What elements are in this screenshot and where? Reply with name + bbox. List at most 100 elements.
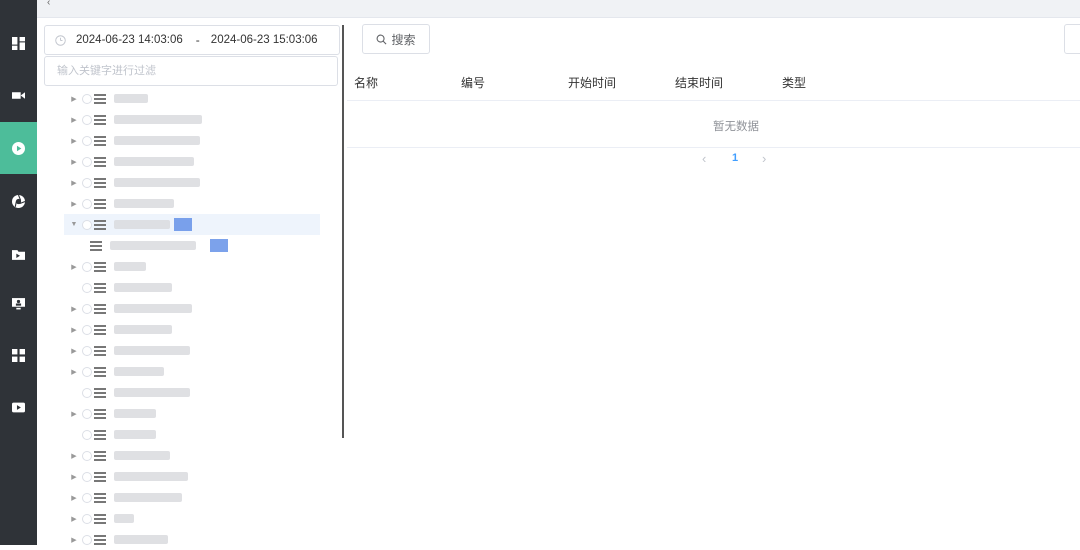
expand-arrow-icon[interactable]: ▶ — [68, 515, 80, 523]
node-radio[interactable] — [82, 135, 92, 146]
list-icon — [94, 114, 106, 125]
sidebar-item-playback[interactable] — [0, 122, 37, 174]
node-label — [114, 94, 148, 103]
expand-arrow-icon[interactable]: ▶ — [68, 305, 80, 313]
tree-node[interactable]: ▶ — [64, 466, 320, 487]
expand-arrow-icon[interactable]: ▶ — [68, 200, 80, 208]
column-header-number[interactable]: 编号 — [461, 74, 485, 91]
node-radio[interactable] — [82, 534, 92, 545]
node-radio[interactable] — [82, 177, 92, 188]
tree-node[interactable]: ▶ — [64, 151, 320, 172]
tree-node-selected[interactable]: ▼ — [64, 214, 320, 235]
node-radio[interactable] — [82, 366, 92, 377]
node-radio[interactable] — [82, 450, 92, 461]
expand-arrow-icon[interactable]: ▶ — [68, 368, 80, 376]
end-datetime[interactable]: 2024-06-23 15:03:06 — [211, 34, 318, 46]
date-range-picker[interactable]: 2024-06-23 14:03:06 - 2024-06-23 15:03:0… — [44, 25, 340, 55]
expand-arrow-icon[interactable]: ▶ — [68, 494, 80, 502]
start-datetime[interactable]: 2024-06-23 14:03:06 — [76, 34, 183, 46]
tree-node[interactable]: ▶ — [64, 298, 320, 319]
node-radio[interactable] — [82, 282, 92, 293]
node-radio[interactable] — [82, 198, 92, 209]
video-play-icon — [12, 402, 25, 412]
tree-node[interactable]: ▶ — [64, 445, 320, 466]
node-radio[interactable] — [82, 387, 92, 398]
node-radio[interactable] — [82, 513, 92, 524]
expand-arrow-icon[interactable]: ▶ — [68, 452, 80, 460]
sidebar-item-video-play[interactable] — [0, 381, 37, 433]
list-icon — [94, 198, 106, 209]
node-radio[interactable] — [82, 156, 92, 167]
expand-arrow-icon[interactable]: ▶ — [68, 95, 80, 103]
tree-node[interactable] — [64, 277, 320, 298]
tree-node[interactable]: ▶ — [64, 256, 320, 277]
column-header-end-time[interactable]: 结束时间 — [675, 74, 723, 91]
node-radio[interactable] — [82, 345, 92, 356]
search-button[interactable]: 搜索 — [362, 24, 430, 54]
node-radio[interactable] — [82, 303, 92, 314]
cut-off-button[interactable] — [1064, 24, 1080, 54]
column-header-start-time[interactable]: 开始时间 — [568, 74, 616, 91]
list-icon — [94, 534, 106, 545]
node-radio[interactable] — [82, 114, 92, 125]
sidebar-item-video[interactable] — [0, 69, 37, 121]
tree-filter-input[interactable] — [44, 56, 338, 86]
tree-node[interactable]: ▶ — [64, 487, 320, 508]
tree-node[interactable]: ▶ — [64, 340, 320, 361]
tree-node[interactable]: ▶ — [64, 172, 320, 193]
page-number-current[interactable]: 1 — [732, 152, 738, 164]
expand-arrow-icon[interactable]: ▶ — [68, 410, 80, 418]
sidebar-item-apps[interactable] — [0, 329, 37, 381]
prev-page-button[interactable]: ‹ — [702, 151, 706, 166]
node-radio[interactable] — [82, 492, 92, 503]
tree-node[interactable]: ▶ — [64, 508, 320, 529]
expand-arrow-icon[interactable]: ▶ — [68, 116, 80, 124]
node-radio[interactable] — [82, 471, 92, 482]
node-label — [110, 241, 196, 250]
node-label — [114, 115, 202, 124]
expand-arrow-icon[interactable]: ▶ — [68, 326, 80, 334]
node-label — [114, 199, 174, 208]
collapse-arrow-icon[interactable]: ▼ — [68, 221, 80, 228]
expand-arrow-icon[interactable]: ▶ — [68, 179, 80, 187]
panel-splitter[interactable] — [342, 25, 344, 438]
tree-node[interactable]: ▶ — [64, 361, 320, 382]
sidebar-item-monitor[interactable] — [0, 277, 37, 329]
aperture-icon — [12, 194, 25, 208]
list-icon — [94, 429, 106, 440]
node-radio[interactable] — [82, 219, 92, 230]
node-radio[interactable] — [82, 93, 92, 104]
node-radio[interactable] — [82, 408, 92, 419]
expand-arrow-icon[interactable]: ▶ — [68, 158, 80, 166]
tree-node[interactable] — [64, 424, 320, 445]
tree-node[interactable]: ▶ — [64, 88, 320, 109]
node-label — [114, 493, 182, 502]
tree-node[interactable]: ▶ — [64, 193, 320, 214]
expand-arrow-icon[interactable]: ▶ — [68, 536, 80, 544]
sidebar-item-folder[interactable] — [0, 228, 37, 280]
node-radio[interactable] — [82, 261, 92, 272]
column-header-type[interactable]: 类型 — [782, 74, 806, 91]
tree-node[interactable]: ▶ — [64, 130, 320, 151]
tree-node[interactable]: ▶ — [64, 403, 320, 424]
column-header-name[interactable]: 名称 — [354, 74, 378, 91]
list-icon — [94, 219, 106, 230]
expand-arrow-icon[interactable]: ▶ — [68, 263, 80, 271]
tree-child-node[interactable] — [64, 235, 320, 256]
node-label — [114, 367, 164, 376]
sidebar-item-aperture[interactable] — [0, 175, 37, 227]
tree-node[interactable] — [64, 382, 320, 403]
node-radio[interactable] — [82, 429, 92, 440]
node-label — [114, 220, 170, 229]
expand-arrow-icon[interactable]: ▶ — [68, 347, 80, 355]
sidebar-item-dashboard[interactable] — [0, 17, 37, 69]
node-radio[interactable] — [82, 324, 92, 335]
tree-node[interactable]: ▶ — [64, 529, 320, 550]
expand-arrow-icon[interactable]: ▶ — [68, 473, 80, 481]
tree-node[interactable]: ▶ — [64, 319, 320, 340]
tree-node[interactable]: ▶ — [64, 109, 320, 130]
collapse-caret-icon[interactable]: ‹ — [47, 0, 50, 8]
next-page-button[interactable]: › — [762, 151, 766, 166]
expand-arrow-icon[interactable]: ▶ — [68, 137, 80, 145]
node-label — [114, 451, 170, 460]
